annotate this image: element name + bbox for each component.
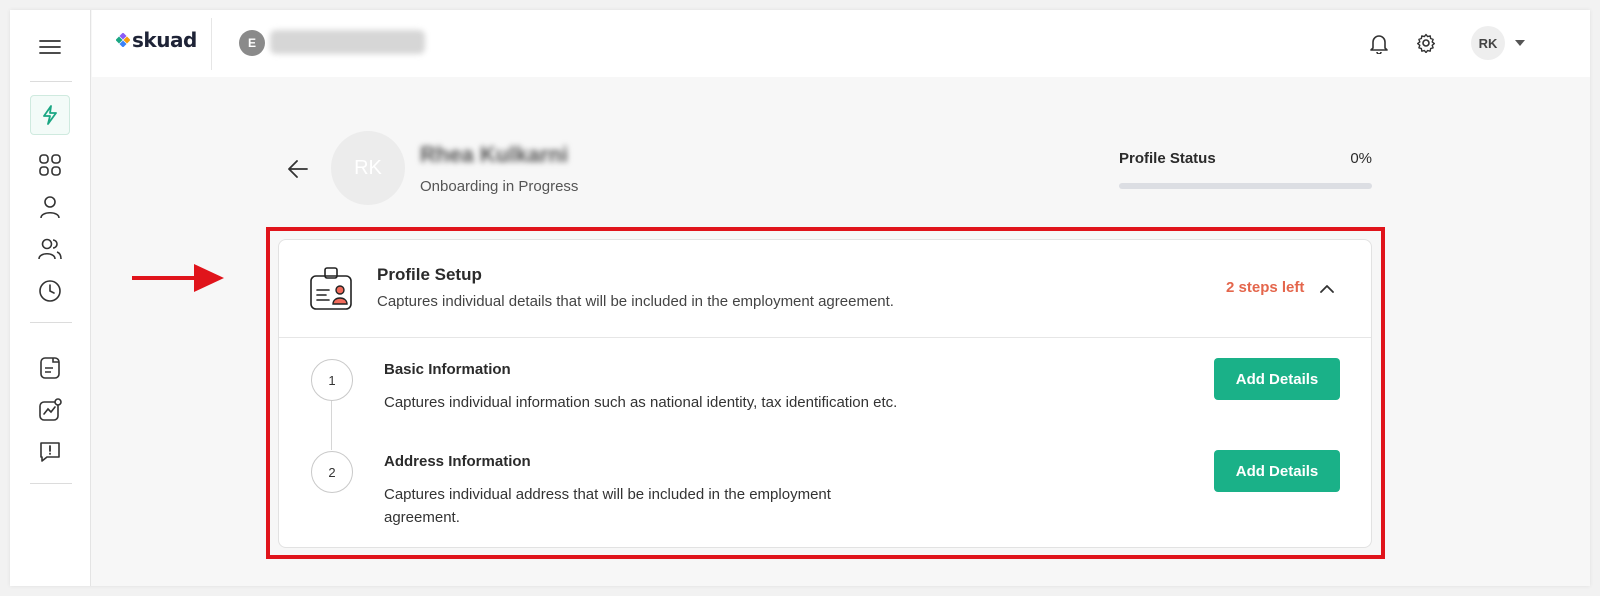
entity-name-redacted[interactable] — [270, 30, 425, 54]
grid-icon[interactable] — [30, 145, 70, 185]
header-divider — [211, 18, 212, 70]
gear-icon[interactable] — [1413, 30, 1439, 56]
add-details-button-address-information[interactable]: Add Details — [1214, 450, 1340, 492]
step-description-address-information: Captures individual address that will be… — [384, 486, 831, 526]
profile-status-value: 0% — [1350, 150, 1372, 167]
steps-left-badge: 2 steps left — [1226, 279, 1305, 296]
bolt-icon[interactable] — [30, 95, 70, 135]
onboarding-status: Onboarding in Progress — [420, 178, 579, 195]
people-icon[interactable] — [30, 229, 70, 269]
step-title-address-information: Address Information — [384, 453, 531, 470]
user-avatar[interactable]: RK — [1471, 26, 1505, 60]
step-title-basic-information: Basic Information — [384, 361, 511, 378]
profile-progress-bar — [1119, 183, 1372, 189]
bell-icon[interactable] — [1366, 30, 1392, 56]
card-description: Captures individual details that will be… — [377, 293, 894, 310]
id-badge-icon — [310, 267, 352, 310]
red-arrow-icon — [132, 264, 224, 292]
skuad-logo[interactable]: skuad — [116, 28, 197, 52]
clock-icon[interactable] — [30, 271, 70, 311]
sidebar-divider — [30, 81, 72, 82]
feedback-icon[interactable] — [30, 432, 70, 472]
add-details-button-basic-information[interactable]: Add Details — [1214, 358, 1340, 400]
person-icon[interactable] — [30, 187, 70, 227]
logo-mark-icon — [116, 33, 130, 47]
app-window: skuad E RK RK Rhea Kulkarni Onboarding i… — [10, 10, 1590, 586]
chevron-down-icon[interactable] — [1513, 36, 1527, 50]
chevron-up-icon[interactable] — [1315, 276, 1339, 300]
profile-avatar: RK — [331, 131, 405, 205]
card-title: Profile Setup — [377, 265, 482, 284]
profile-name: Rhea Kulkarni — [420, 142, 568, 167]
step-description-basic-information: Captures individual information such as … — [384, 394, 898, 411]
back-arrow-icon[interactable] — [283, 154, 313, 184]
card-header[interactable]: Profile Setup Captures individual detail… — [279, 240, 1371, 338]
profile-status-label: Profile Status — [1119, 150, 1216, 167]
sidebar-divider — [30, 322, 72, 323]
top-header: skuad E RK — [92, 10, 1590, 77]
document-icon[interactable] — [30, 348, 70, 388]
chart-icon[interactable] — [30, 390, 70, 430]
sidebar-divider — [30, 483, 72, 484]
step-number-1: 1 — [311, 359, 353, 401]
menu-icon[interactable] — [30, 27, 70, 67]
profile-setup-card: Profile Setup Captures individual detail… — [278, 239, 1372, 548]
step-connector — [331, 400, 332, 450]
step-number-2: 2 — [311, 451, 353, 493]
logo-text: skuad — [132, 28, 197, 52]
entity-badge[interactable]: E — [239, 30, 265, 56]
sidebar — [10, 10, 91, 586]
